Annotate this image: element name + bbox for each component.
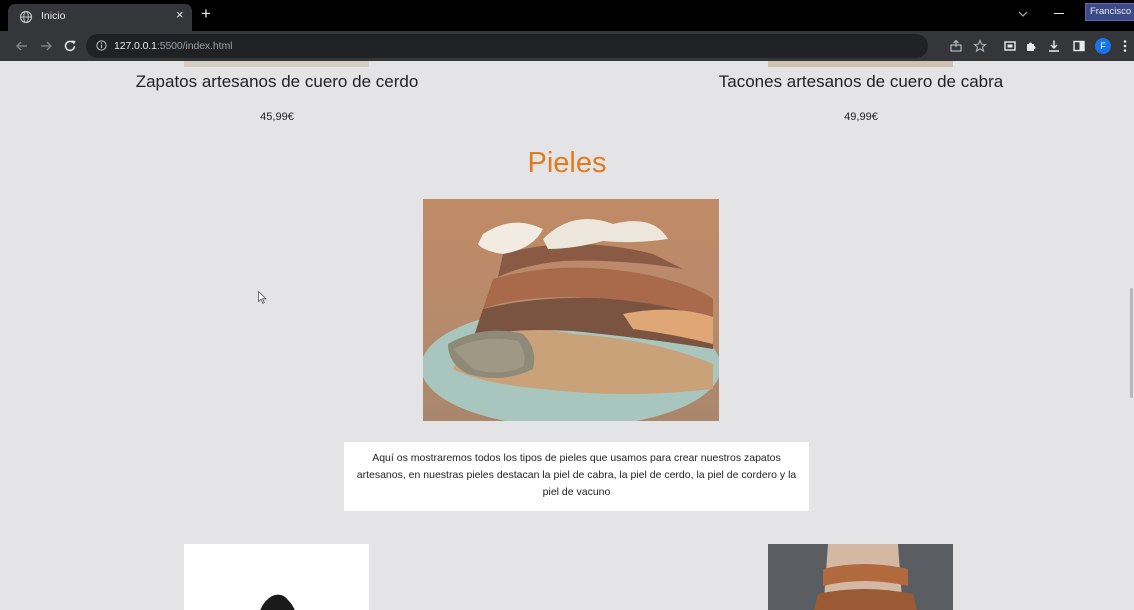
more-menu-icon[interactable] bbox=[1123, 39, 1127, 53]
side-panel-icon[interactable] bbox=[1072, 39, 1086, 53]
bookmark-star-icon[interactable] bbox=[973, 39, 987, 53]
puzzle-icon[interactable] bbox=[1024, 39, 1038, 53]
chevron-down-icon[interactable] bbox=[1017, 8, 1029, 20]
scrollbar-thumb[interactable] bbox=[1130, 288, 1133, 398]
tab-inicio[interactable]: Inicio × bbox=[8, 4, 192, 31]
share-icon[interactable] bbox=[949, 39, 963, 53]
tab-close-icon[interactable]: × bbox=[176, 8, 184, 21]
download-icon[interactable] bbox=[1047, 39, 1061, 53]
globe-icon bbox=[19, 10, 33, 24]
product-title: Zapatos artesanos de cuero de cerdo bbox=[135, 72, 419, 91]
profile-name-badge[interactable]: Francisco bbox=[1085, 3, 1134, 21]
leather-hides-image bbox=[423, 199, 719, 421]
product-image-bottom-edge bbox=[768, 61, 953, 67]
extension-square-icon[interactable] bbox=[1003, 39, 1017, 53]
product-price: 49,99€ bbox=[844, 111, 878, 123]
product-image-bottom-edge bbox=[184, 61, 369, 67]
url-text: 127.0.0.1:5500/index.html bbox=[114, 40, 232, 52]
new-tab-button[interactable]: + bbox=[201, 5, 211, 22]
info-icon[interactable] bbox=[96, 40, 107, 51]
mouse-cursor-icon bbox=[258, 291, 267, 304]
tab-strip: Inicio × + Francisco bbox=[0, 0, 1134, 31]
address-bar[interactable]: 127.0.0.1:5500/index.html bbox=[86, 34, 928, 58]
section-description: Aquí os mostraremos todos los tipos de p… bbox=[344, 442, 809, 511]
product-title: Tacones artesanos de cuero de cabra bbox=[718, 72, 1004, 91]
black-shoe-image bbox=[260, 594, 295, 610]
product-image bbox=[184, 544, 369, 610]
profile-avatar[interactable]: F bbox=[1095, 38, 1111, 54]
page-content: Zapatos artesanos de cuero de cerdo 45,9… bbox=[0, 61, 1134, 610]
browser-toolbar: 127.0.0.1:5500/index.html F bbox=[0, 31, 1134, 61]
product-price: 45,99€ bbox=[260, 111, 294, 123]
reload-icon[interactable] bbox=[62, 38, 78, 54]
url-host: 127.0.0.1 bbox=[114, 40, 157, 52]
back-arrow-icon[interactable] bbox=[14, 38, 30, 54]
tab-title: Inicio bbox=[41, 10, 66, 22]
url-path: :5500/index.html bbox=[156, 40, 233, 52]
minimize-icon[interactable] bbox=[1054, 13, 1064, 14]
section-title: Pieles bbox=[527, 147, 607, 179]
forward-arrow-icon[interactable] bbox=[38, 38, 54, 54]
sandal-image bbox=[768, 544, 953, 610]
